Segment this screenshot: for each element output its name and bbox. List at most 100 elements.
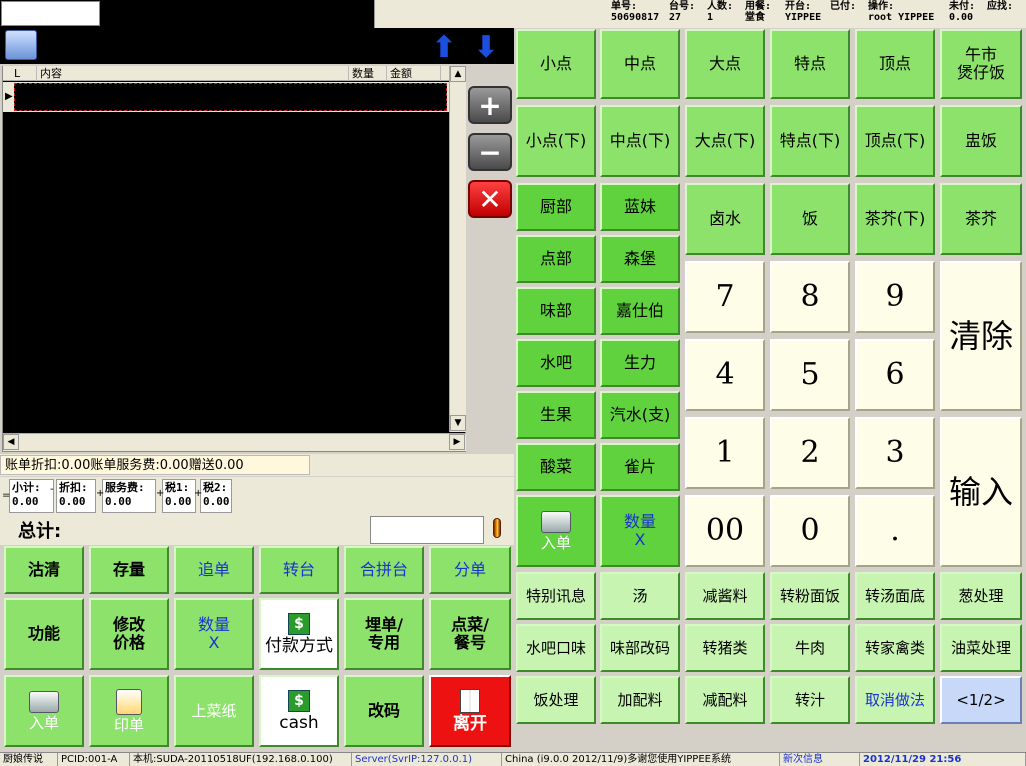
stock-button[interactable]: 存量	[89, 546, 169, 594]
scroll-down-icon[interactable]: ▼	[450, 415, 466, 431]
cat-tea-mustard-b[interactable]: 茶芥(下)	[855, 183, 935, 255]
col-qty: 数量	[349, 66, 387, 81]
status-news[interactable]: 新次信息	[780, 753, 860, 766]
mod-soup[interactable]: 汤	[600, 572, 680, 620]
page-toggle-button[interactable]: <1/2>	[940, 676, 1022, 724]
plus-button[interactable]: +	[468, 86, 512, 124]
mod-beef[interactable]: 牛肉	[770, 624, 850, 672]
mod-add-ingredient[interactable]: 加配料	[600, 676, 680, 724]
key-9[interactable]: 9	[855, 261, 935, 333]
scroll-right-icon[interactable]: ▶	[449, 434, 465, 450]
order-number-button[interactable]: 点菜/ 餐号	[429, 598, 511, 670]
cat-top-dim-sum[interactable]: 顶点	[855, 29, 935, 99]
dept-fruit[interactable]: 生果	[516, 391, 596, 439]
key-00[interactable]: 00	[685, 495, 765, 567]
dept-dim-sum[interactable]: 点部	[516, 235, 596, 283]
dept-pickles[interactable]: 酸菜	[516, 443, 596, 491]
service-fee-cell: 服务费: 0.00	[102, 479, 156, 513]
dept-sembo[interactable]: 森堡	[600, 235, 680, 283]
change-code-button[interactable]: 改码	[344, 675, 424, 747]
key-1[interactable]: 1	[685, 417, 765, 489]
dept-san-miguel[interactable]: 生力	[600, 339, 680, 387]
key-3[interactable]: 3	[855, 417, 935, 489]
horizontal-scrollbar[interactable]: ◀ ▶	[3, 433, 466, 451]
mod-greens[interactable]: 油菜处理	[940, 624, 1022, 672]
cat-medium-dim-sum[interactable]: 中点	[600, 29, 680, 99]
delete-button[interactable]: ✕	[468, 180, 512, 218]
cat-medium-dim-sum-b[interactable]: 中点(下)	[600, 105, 680, 177]
payment-method-button[interactable]: $ 付款方式	[259, 598, 339, 670]
cat-tea-mustard[interactable]: 茶芥	[940, 183, 1022, 255]
mod-to-poultry[interactable]: 转家禽类	[855, 624, 935, 672]
mod-rice[interactable]: 饭处理	[516, 676, 596, 724]
arrow-down-icon[interactable]: ⬇	[466, 28, 506, 66]
key-7[interactable]: 7	[685, 261, 765, 333]
quantity-button[interactable]: 数量 X	[174, 598, 254, 670]
cat-rice[interactable]: 饭	[770, 183, 850, 255]
vertical-scrollbar[interactable]: ▲ ▼	[449, 66, 466, 432]
submit-order-button[interactable]: 入单	[4, 675, 84, 747]
cat-special-dim-sum[interactable]: 特点	[770, 29, 850, 99]
key-4[interactable]: 4	[685, 339, 765, 411]
mod-scallion[interactable]: 葱处理	[940, 572, 1022, 620]
dept-oatmeal[interactable]: 雀片	[600, 443, 680, 491]
split-bill-button[interactable]: 分单	[429, 546, 511, 594]
print-bill-button[interactable]: 印单	[89, 675, 169, 747]
order-grid[interactable]	[2, 66, 466, 452]
key-0[interactable]: 0	[770, 495, 850, 567]
enter-button[interactable]: 输入	[940, 417, 1022, 567]
mod-to-noodle-rice[interactable]: 转粉面饭	[770, 572, 850, 620]
edit-price-button[interactable]: 修改 价格	[89, 598, 169, 670]
add-order-button[interactable]: 追单	[174, 546, 254, 594]
calendar-icon[interactable]	[5, 30, 37, 60]
key-dot[interactable]: .	[855, 495, 935, 567]
key-6[interactable]: 6	[855, 339, 935, 411]
cat-claypot-rice[interactable]: 午市 煲仔饭	[940, 29, 1022, 99]
quantity-button-right[interactable]: 数量 X	[600, 495, 680, 567]
key-5[interactable]: 5	[770, 339, 850, 411]
cat-large-dim-sum[interactable]: 大点	[685, 29, 765, 99]
minus-button[interactable]: −	[468, 133, 512, 171]
clear-button[interactable]: 清除	[940, 261, 1022, 411]
dept-soda[interactable]: 汽水(支)	[600, 391, 680, 439]
change-table-button[interactable]: 转台	[259, 546, 339, 594]
cat-bowl-rice[interactable]: 盅饭	[940, 105, 1022, 177]
cash-button[interactable]: $ cash	[259, 675, 339, 747]
dept-carlsberg[interactable]: 嘉仕伯	[600, 287, 680, 335]
cat-top-dim-sum-b[interactable]: 顶点(下)	[855, 105, 935, 177]
mod-bar-flavor[interactable]: 水吧口味	[516, 624, 596, 672]
mod-to-sauce[interactable]: 转汁	[770, 676, 850, 724]
cat-small-dim-sum[interactable]: 小点	[516, 29, 596, 99]
submit-order-button-right[interactable]: 入单	[516, 495, 596, 567]
dept-blue-girl[interactable]: 蓝妹	[600, 183, 680, 231]
key-8[interactable]: 8	[770, 261, 850, 333]
mod-to-pork[interactable]: 转猪类	[685, 624, 765, 672]
dept-flavor[interactable]: 味部	[516, 287, 596, 335]
cat-large-dim-sum-b[interactable]: 大点(下)	[685, 105, 765, 177]
sold-out-button[interactable]: 沽清	[4, 546, 84, 594]
key-2[interactable]: 2	[770, 417, 850, 489]
serve-slip-button[interactable]: 上菜纸	[174, 675, 254, 747]
unpaid-field: 未付: 0.00	[949, 1, 976, 23]
exit-button[interactable]: 离开	[429, 675, 511, 747]
arrow-up-icon[interactable]: ⬆	[424, 28, 464, 66]
dept-kitchen[interactable]: 厨部	[516, 183, 596, 231]
cat-braised[interactable]: 卤水	[685, 183, 765, 255]
door-icon	[460, 689, 480, 713]
checkout-button[interactable]: 埋单/ 专用	[344, 598, 424, 670]
mod-less-ingredient[interactable]: 减配料	[685, 676, 765, 724]
scroll-left-icon[interactable]: ◀	[3, 434, 19, 450]
barcode-input[interactable]	[1, 1, 100, 26]
cat-special-dim-sum-b[interactable]: 特点(下)	[770, 105, 850, 177]
function-button[interactable]: 功能	[4, 598, 84, 670]
merge-table-button[interactable]: 合拼台	[344, 546, 424, 594]
dept-bar[interactable]: 水吧	[516, 339, 596, 387]
scroll-up-icon[interactable]: ▲	[450, 66, 466, 82]
mod-flavor-code[interactable]: 味部改码	[600, 624, 680, 672]
row-edit-area[interactable]	[14, 83, 447, 111]
mod-special-message[interactable]: 特别讯息	[516, 572, 596, 620]
cat-small-dim-sum-b[interactable]: 小点(下)	[516, 105, 596, 177]
cancel-prep-button[interactable]: 取消做法	[855, 676, 935, 724]
mod-less-sauce[interactable]: 减酱料	[685, 572, 765, 620]
mod-to-soup-base[interactable]: 转汤面底	[855, 572, 935, 620]
